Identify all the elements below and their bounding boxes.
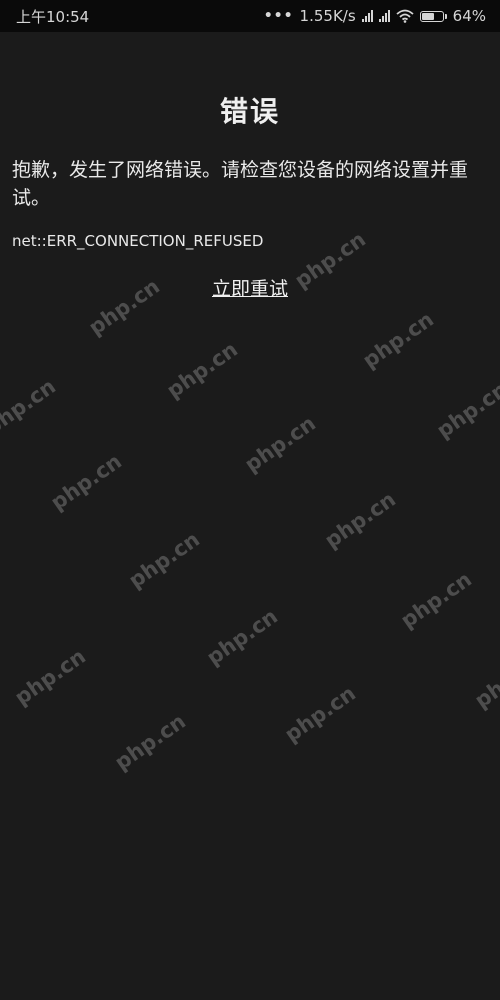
watermark: php.cn bbox=[110, 709, 191, 775]
watermark: php.cn bbox=[470, 647, 500, 713]
error-page: 错误 抱歉，发生了网络错误。请检查您设备的网络设置并重试。 net::ERR_C… bbox=[0, 32, 500, 301]
page-title: 错误 bbox=[219, 95, 280, 128]
error-code: net::ERR_CONNECTION_REFUSED bbox=[12, 232, 264, 250]
signal-icon bbox=[361, 10, 373, 22]
more-dots-icon: ••• bbox=[263, 8, 294, 24]
network-speed: 1.55K/s bbox=[299, 7, 356, 25]
signal-icon bbox=[378, 10, 390, 22]
watermark: php.cn bbox=[124, 527, 205, 593]
watermark: php.cn bbox=[202, 604, 283, 670]
battery-percent: 64% bbox=[452, 7, 486, 25]
watermark: php.cn bbox=[358, 307, 439, 373]
watermark: php.cn bbox=[240, 411, 321, 477]
watermark: php.cn bbox=[162, 337, 243, 403]
retry-link[interactable]: 立即重试 bbox=[212, 274, 288, 301]
battery-icon bbox=[419, 10, 447, 22]
status-icons: ••• 1.55K/s 64% bbox=[264, 7, 486, 25]
wifi-icon bbox=[396, 9, 414, 23]
watermark: php.cn bbox=[432, 377, 500, 443]
status-bar: 上午10:54 ••• 1.55K/s 64% bbox=[0, 0, 500, 32]
watermark: php.cn bbox=[10, 644, 91, 710]
watermark: php.cn bbox=[46, 449, 127, 515]
error-message: 抱歉，发生了网络错误。请检查您设备的网络设置并重试。 bbox=[12, 159, 469, 209]
status-time: 上午10:54 bbox=[16, 7, 90, 26]
watermark: php.cn bbox=[396, 567, 477, 633]
watermark: php.cn bbox=[0, 374, 61, 440]
watermark: php.cn bbox=[280, 681, 361, 747]
watermark: php.cn bbox=[320, 487, 401, 553]
